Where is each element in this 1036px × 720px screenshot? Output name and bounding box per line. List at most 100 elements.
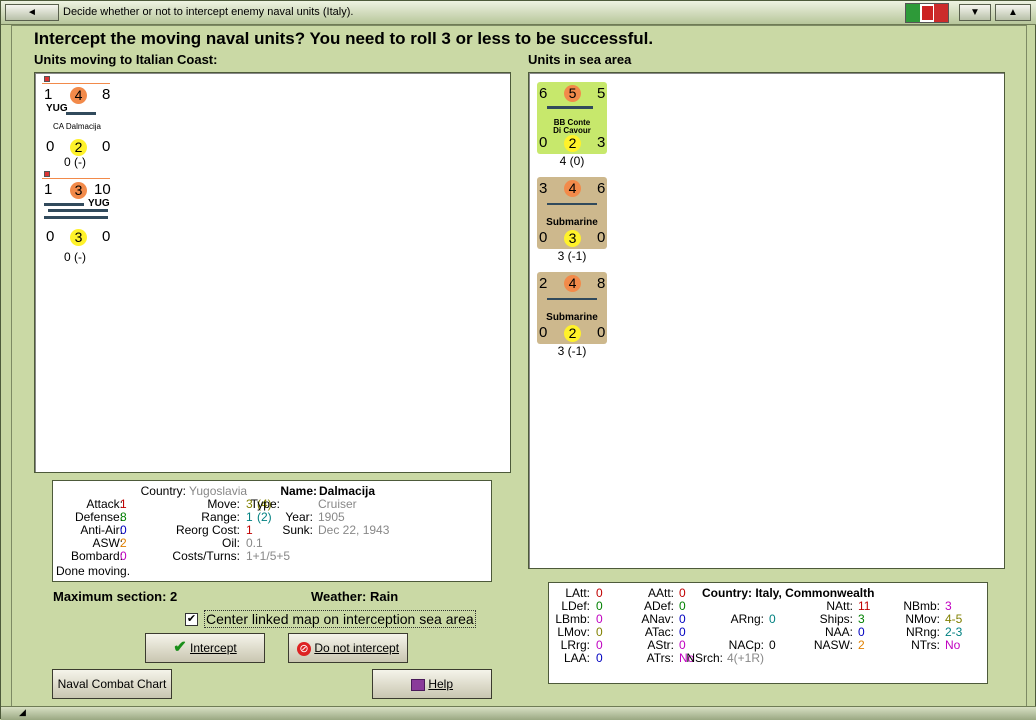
anav-value: 0 [679,612,686,626]
naval-combat-chart-button[interactable]: Naval Combat Chart [52,669,172,699]
nasw-value: 2 [858,638,865,652]
country-label: Country: [140,484,186,498]
year-value: 1905 [318,510,345,524]
lbmb-value: 0 [596,612,603,626]
type-value: Cruiser [318,497,357,511]
defense-value: 8 [102,86,111,103]
bottom-right-value: 3 [597,134,606,151]
center-map-label[interactable]: Center linked map on interception sea ar… [204,610,476,628]
unit-counter[interactable]: 1 4 8 YUG CA Dalmacija 0 2 0 [42,76,112,156]
name-value: Dalmacija [319,484,376,498]
sea-units-list[interactable]: 6 5 5 BB Conte Di Cavour 0 2 3 4 (0) 3 4… [528,72,1005,569]
do-not-intercept-label: Do not intercept [314,641,400,655]
strength-circle: 4 [70,87,87,104]
defense-value: 5 [597,85,606,102]
minimize-button[interactable]: ▼ [959,4,991,21]
latt-value: 0 [596,586,603,600]
asw-label: ASW: [92,536,123,550]
lmov-value: 0 [596,625,603,639]
bottom-right-value: 0 [597,229,606,246]
status-bar: ◢ [1,706,1036,720]
lbmb-label: LBmb: [555,612,590,626]
checkmark-icon: ✔ [173,639,187,656]
lmov-label: LMov: [557,625,590,639]
maximize-button[interactable]: ▲ [995,4,1031,21]
help-label: Help [428,677,454,691]
naval-combat-chart-label: Naval Combat Chart [57,677,167,691]
oil-label: Oil: [222,536,240,550]
sea-units-header: Units in sea area [528,52,632,67]
ships-value: 3 [858,612,865,626]
unit-search-value: 4 (0) [559,154,585,168]
ship-icon [44,216,108,219]
resize-arrow-icon[interactable]: ◢ [19,707,26,718]
do-not-intercept-button[interactable]: ⊘ Do not intercept [288,633,408,663]
center-map-checkbox-row[interactable]: ✔ Center linked map on interception sea … [185,610,476,628]
aatt-value: 0 [679,586,686,600]
move-label: Move: [207,497,240,511]
naa-value: 0 [858,625,865,639]
laa-label: LAA: [563,651,590,665]
nmov-value: 4-5 [945,612,963,626]
nrng-value: 2-3 [945,625,963,639]
bottom-right-value: 0 [102,138,111,155]
attack-value: 1 [120,497,127,511]
attack-value: 1 [44,86,53,103]
antiair-value: 0 [120,523,127,537]
intercept-label: Intercept [190,641,237,655]
unit-counter[interactable]: 3 4 6 Submarine 0 3 0 [537,177,607,249]
reorg-value: 1 [246,523,253,537]
nation-code: YUG [88,198,110,209]
nacp-value: 0 [769,638,776,652]
intercept-button[interactable]: ✔ Intercept [145,633,265,663]
italy-flag-icon [905,3,949,23]
help-button[interactable]: Help [372,669,492,699]
unit-counter[interactable]: 6 5 5 BB Conte Di Cavour 0 2 3 [537,82,607,154]
atrs-label: ATrs: [646,651,674,665]
astr-label: AStr: [647,638,674,652]
unit-details-panel: Country: Yugoslavia Attack: 1 Defense: 8… [52,480,492,582]
moving-units-list[interactable]: 1 4 8 YUG CA Dalmacija 0 2 0 0 (-) 1 3 1… [34,72,511,473]
sunk-value: Dec 22, 1943 [318,523,390,537]
laa-value: 0 [596,651,603,665]
strength-circle: 5 [564,85,581,102]
submarine-icon [547,298,597,300]
defense-value: 8 [120,510,127,524]
nation-strip [42,83,110,84]
country-value: Yugoslavia [189,484,248,498]
ships-label: Ships: [819,612,853,626]
unit-status: Done moving. [56,564,131,578]
antiair-label: Anti-Air: [80,523,123,537]
arrow-down-icon: ▼ [970,7,980,18]
costs-label: Costs/Turns: [172,549,240,563]
range-value: 1 [246,510,253,524]
strength-circle: 4 [564,275,581,292]
movement-circle: 2 [70,139,87,156]
unit-counter[interactable]: 2 4 8 Submarine 0 2 0 [537,272,607,344]
unit-counter[interactable]: 1 3 10 YUG 0 3 0 [42,171,112,246]
movement-circle: 2 [564,325,581,342]
oil-value: 0.1 [246,536,263,550]
costs-value: 1+1/5+5 [246,549,291,563]
arng-value: 0 [769,612,776,626]
center-map-checkbox[interactable]: ✔ [185,612,198,626]
atac-value: 0 [679,625,686,639]
bombard-value: 0 [120,549,127,563]
movement-circle: 3 [564,230,581,247]
nation-strip [42,178,110,179]
intercept-question: Intercept the moving naval units? You ne… [34,29,654,48]
reorg-label: Reorg Cost: [175,523,240,537]
force-stats-panel: Country: Italy, Commonwealth LAtt: 0 LDef… [548,582,988,684]
astr-value: 0 [679,638,686,652]
lrrg-value: 0 [596,638,603,652]
atac-label: ATac: [644,625,674,639]
ntrs-value: No [945,638,961,652]
defense-value: 10 [94,181,111,198]
natt-value: 11 [858,599,871,613]
nation-code: YUG [46,103,68,114]
unit-search-value: 0 (-) [64,155,86,169]
aatt-label: AAtt: [647,586,674,600]
system-menu-button[interactable]: ◄ [5,4,59,21]
attack-value: 1 [44,181,53,198]
nrng-label: NRng: [905,625,940,639]
